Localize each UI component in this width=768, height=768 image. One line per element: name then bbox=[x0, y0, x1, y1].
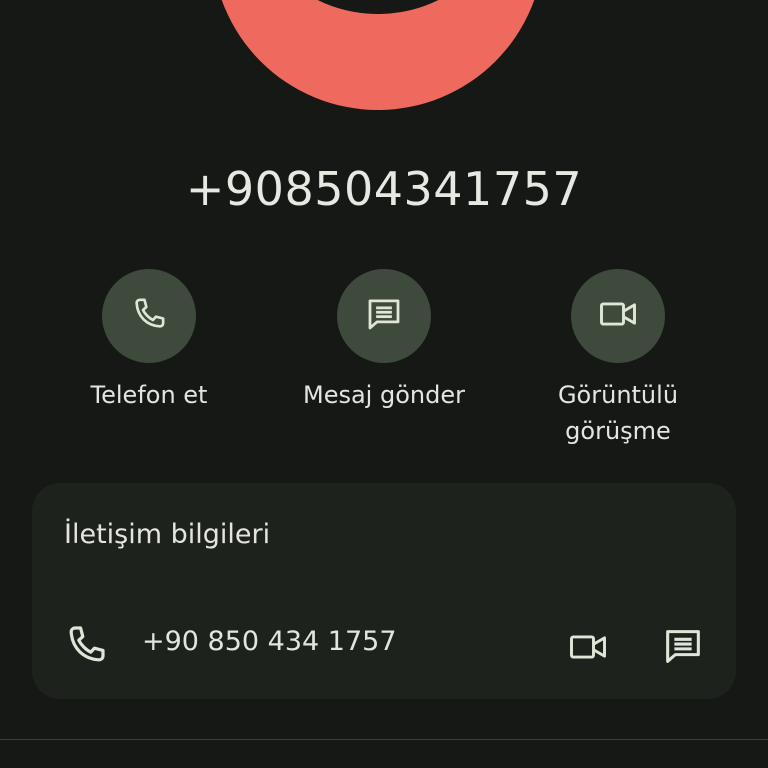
video-action[interactable]: Görüntülü görüşme bbox=[518, 269, 718, 449]
call-action[interactable]: Telefon et bbox=[49, 269, 249, 413]
contact-info-card: İletişim bilgileri +90 850 434 1757 bbox=[32, 483, 736, 699]
message-action[interactable]: Mesaj gönder bbox=[284, 269, 484, 413]
call-button[interactable] bbox=[102, 269, 196, 363]
video-icon[interactable] bbox=[566, 625, 610, 673]
contact-avatar bbox=[212, 0, 544, 110]
video-call-label: Görüntülü görüşme bbox=[557, 381, 679, 445]
phone-icon[interactable] bbox=[62, 621, 110, 673]
phone-number[interactable]: +90 850 434 1757 bbox=[142, 626, 397, 657]
message-button[interactable] bbox=[337, 269, 431, 363]
contact-title-number: +908504341757 bbox=[185, 162, 583, 216]
call-label: Telefon et bbox=[90, 381, 208, 409]
bottom-divider bbox=[0, 739, 768, 740]
message-icon bbox=[363, 293, 405, 339]
card-title: İletişim bilgileri bbox=[64, 519, 271, 550]
contact-screen: +908504341757 Telefon et Mesaj gönder Gö… bbox=[0, 0, 768, 768]
message-label: Mesaj gönder bbox=[303, 381, 465, 409]
message-icon[interactable] bbox=[660, 623, 706, 673]
video-icon bbox=[596, 292, 640, 340]
video-call-button[interactable] bbox=[571, 269, 665, 363]
phone-icon bbox=[129, 294, 169, 338]
